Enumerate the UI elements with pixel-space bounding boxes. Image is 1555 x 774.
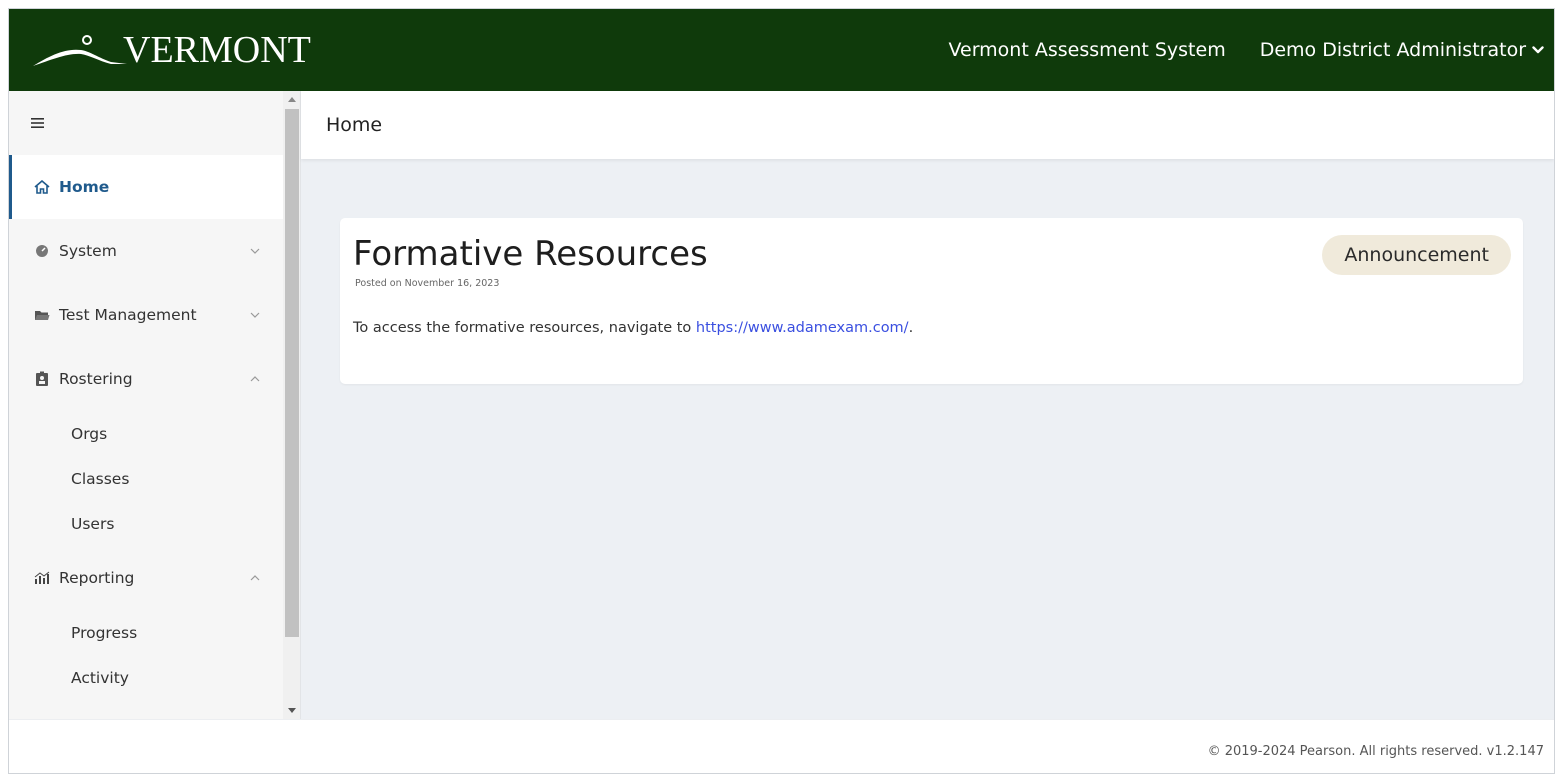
scroll-down-arrow-icon[interactable] [287, 707, 297, 715]
sidebar-subitem-progress[interactable]: Progress [9, 610, 283, 655]
sidebar-item-home[interactable]: Home [9, 155, 283, 219]
chevron-up-icon [250, 575, 260, 581]
announcement-title: Formative Resources [353, 234, 708, 274]
logo-text: VERMONT [123, 29, 311, 71]
scroll-up-arrow-icon[interactable] [287, 95, 297, 103]
sidebar-item-label: Test Management [59, 306, 197, 324]
sidebar-item-reporting[interactable]: Reporting [9, 546, 283, 610]
sidebar-scrollbar[interactable] [283, 91, 300, 719]
user-menu-label: Demo District Administrator [1259, 39, 1526, 61]
chevron-down-icon [250, 312, 260, 318]
sidebar-item-test-management[interactable]: Test Management [9, 283, 283, 347]
app-window: VERMONT Vermont Assessment System Demo D… [8, 8, 1555, 774]
announcement-body-suffix: . [908, 320, 914, 336]
sidebar-item-label: Reporting [59, 569, 135, 587]
sidebar-item-system[interactable]: System [9, 219, 283, 283]
sidebar-subitem-orgs[interactable]: Orgs [9, 411, 283, 456]
main-content: Home Formative Resources Posted on Novem… [301, 91, 1554, 719]
top-header: VERMONT Vermont Assessment System Demo D… [9, 9, 1554, 91]
sidebar-item-label: Home [59, 178, 110, 196]
chevron-up-icon [250, 376, 260, 382]
announcement-date: Posted on November 16, 2023 [355, 278, 500, 289]
formative-resources-link[interactable]: https://www.adamexam.com/ [696, 320, 909, 336]
sidebar: Home System Test Management Rostering Or… [9, 91, 301, 719]
mountain-logo-icon [33, 35, 127, 66]
announcement-body: To access the formative resources, navig… [353, 320, 913, 336]
gauge-icon [33, 243, 51, 259]
menu-toggle-button[interactable] [9, 91, 283, 155]
sidebar-item-label: System [59, 242, 117, 260]
home-icon [33, 179, 51, 195]
chevron-down-icon [250, 248, 260, 254]
announcement-card: Formative Resources Posted on November 1… [340, 218, 1523, 384]
announcement-badge: Announcement [1322, 235, 1511, 275]
page-title: Home [326, 114, 383, 136]
sidebar-subitem-activity[interactable]: Activity [9, 655, 283, 700]
vermont-logo[interactable]: VERMONT [29, 25, 311, 75]
folder-icon [33, 307, 51, 323]
scrollbar-thumb[interactable] [285, 109, 299, 637]
sidebar-nav: Home System Test Management Rostering Or… [9, 91, 283, 700]
sidebar-subitem-users[interactable]: Users [9, 501, 283, 546]
user-menu[interactable]: Demo District Administrator [1260, 39, 1544, 61]
bar-chart-icon [33, 570, 51, 586]
badge-id-icon [33, 371, 51, 387]
hamburger-icon [31, 118, 44, 128]
footer: © 2019-2024 Pearson. All rights reserved… [9, 719, 1554, 773]
sidebar-item-label: Rostering [59, 370, 133, 388]
app-name-link[interactable]: Vermont Assessment System [948, 39, 1225, 61]
sidebar-item-rostering[interactable]: Rostering [9, 347, 283, 411]
top-nav: Vermont Assessment System Demo District … [948, 9, 1544, 91]
copyright-text: © 2019-2024 Pearson. All rights reserved… [1207, 744, 1544, 759]
chevron-down-icon [1532, 46, 1544, 54]
breadcrumb-bar: Home [301, 91, 1554, 159]
sidebar-subitem-classes[interactable]: Classes [9, 456, 283, 501]
announcement-body-text: To access the formative resources, navig… [353, 320, 696, 336]
